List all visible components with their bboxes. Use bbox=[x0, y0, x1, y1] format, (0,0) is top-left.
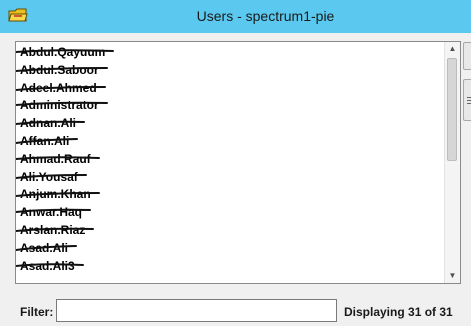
grip-line bbox=[467, 100, 471, 101]
list-item[interactable]: Affan.Ali bbox=[16, 132, 78, 150]
list-item[interactable]: Ali.Yousaf bbox=[16, 168, 87, 186]
window-title: Users - spectrum1-pie bbox=[196, 8, 335, 24]
list-item[interactable]: Anjum.Khan bbox=[16, 185, 100, 203]
grip-line bbox=[467, 103, 471, 104]
user-list[interactable]: Abdul.Qayuum Abdul.Saboor Adeel.Ahmed Admin… bbox=[15, 41, 461, 284]
user-name: Asad.Ali bbox=[16, 239, 77, 257]
user-name: Anwar.Haq bbox=[16, 203, 91, 221]
scroll-up-arrow-icon[interactable]: ▲ bbox=[445, 42, 460, 56]
list-item[interactable]: Adeel.Ahmed bbox=[16, 79, 106, 97]
filter-label: Filter: bbox=[20, 305, 54, 319]
list-item[interactable]: Ahmad.Rauf bbox=[16, 150, 100, 168]
side-button-grip[interactable] bbox=[463, 79, 471, 121]
list-item[interactable]: Adnan.Ali bbox=[16, 114, 85, 132]
user-name: Ali.Yousaf bbox=[16, 168, 87, 186]
user-name: Adnan.Ali bbox=[16, 114, 85, 132]
list-item[interactable]: Abdul.Saboor bbox=[16, 61, 108, 79]
user-name: Arslan.Riaz bbox=[16, 221, 94, 239]
strikethrough-mark bbox=[16, 262, 84, 267]
user-name: Abdul.Saboor bbox=[16, 61, 108, 79]
scroll-down-arrow-icon[interactable]: ▼ bbox=[445, 269, 460, 283]
list-item[interactable]: Anwar.Haq bbox=[16, 203, 91, 221]
list-item[interactable]: Asad.Ali3 bbox=[16, 257, 84, 275]
filter-input[interactable] bbox=[56, 299, 337, 322]
list-item[interactable]: Administrator bbox=[16, 96, 108, 114]
user-name: Adeel.Ahmed bbox=[16, 79, 106, 97]
user-name: Administrator bbox=[16, 96, 108, 114]
scroll-thumb[interactable] bbox=[447, 58, 457, 161]
status-text: Displaying 31 of 31 bbox=[344, 305, 453, 319]
side-button-top[interactable] bbox=[463, 42, 471, 70]
list-item[interactable]: Asad.Ali bbox=[16, 239, 77, 257]
list-item[interactable]: Arslan.Riaz bbox=[16, 221, 94, 239]
vertical-scrollbar[interactable]: ▲ ▼ bbox=[444, 42, 460, 283]
user-name: Affan.Ali bbox=[16, 132, 78, 150]
user-name: Asad.Ali3 bbox=[16, 257, 84, 275]
user-name: Ahmad.Rauf bbox=[16, 150, 100, 168]
grip-line bbox=[467, 97, 471, 98]
list-item[interactable]: Abdul.Qayuum bbox=[16, 43, 114, 61]
user-name: Anjum.Khan bbox=[16, 185, 100, 203]
title-bar: Users - spectrum1-pie bbox=[0, 0, 471, 33]
user-name: Abdul.Qayuum bbox=[16, 43, 114, 61]
